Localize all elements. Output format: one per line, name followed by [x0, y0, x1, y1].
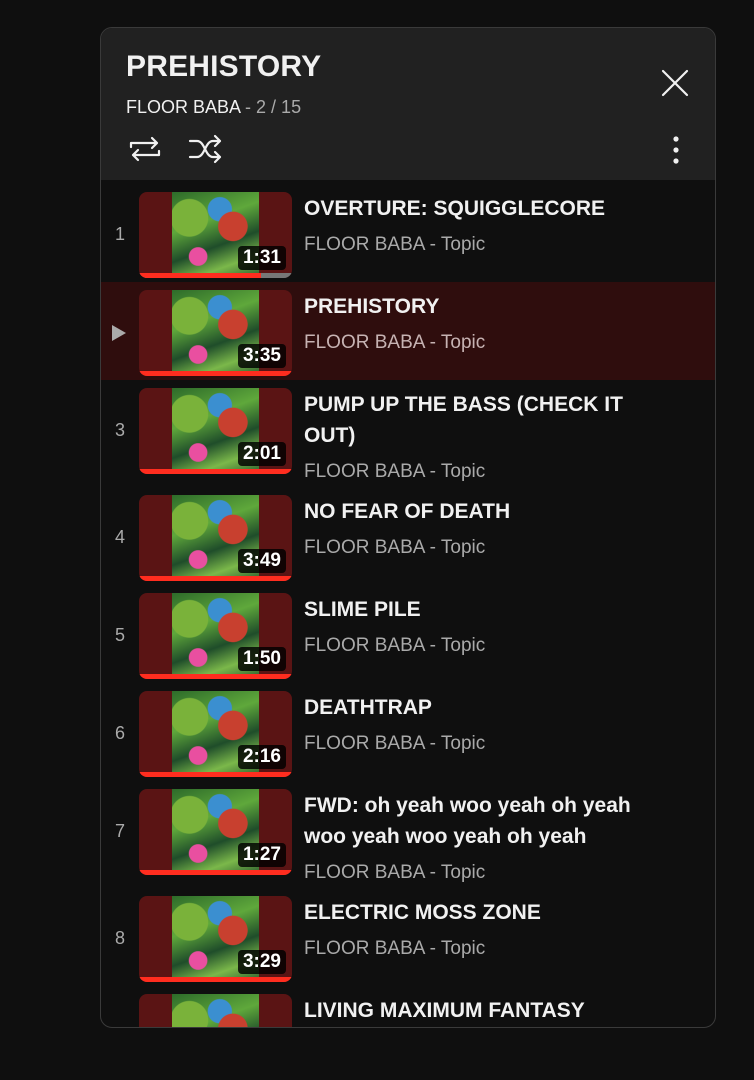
playlist-panel: PREHISTORY FLOOR BABA - 2 / 15 1 1:31 OV… — [100, 27, 716, 1028]
video-duration: 2:01 — [237, 442, 286, 466]
watch-progress-bar — [139, 469, 292, 474]
shuffle-button[interactable] — [185, 131, 225, 167]
video-channel[interactable]: FLOOR BABA - Topic — [304, 332, 485, 354]
video-thumbnail[interactable]: 1:31 — [139, 192, 292, 278]
playlist-position: 2 / 15 — [256, 97, 302, 117]
watch-progress-fill — [139, 870, 292, 875]
video-title[interactable]: SLIME PILE — [304, 594, 634, 625]
watch-progress-bar — [139, 870, 292, 875]
video-title[interactable]: OVERTURE: SQUIGGLECORE — [304, 193, 634, 224]
playlist-item-index: 4 — [114, 527, 125, 547]
loop-icon — [129, 136, 161, 162]
watch-progress-fill — [139, 371, 292, 376]
loop-button[interactable] — [125, 131, 165, 167]
shuffle-icon — [188, 134, 222, 164]
playlist-item[interactable]: 4 3:49 NO FEAR OF DEATH FLOOR BABA - Topic — [101, 487, 715, 585]
playlist-item-index: 6 — [114, 723, 125, 743]
playlist-item[interactable]: 6 2:16 DEATHTRAP FLOOR BABA - Topic — [101, 683, 715, 781]
video-channel[interactable]: FLOOR BABA - Topic — [304, 733, 485, 755]
watch-progress-bar — [139, 772, 292, 777]
video-title[interactable]: PUMP UP THE BASS (CHECK IT OUT) — [304, 389, 634, 451]
subtitle-separator: - — [240, 97, 257, 117]
video-title[interactable]: LIVING MAXIMUM FANTASY — [304, 995, 634, 1026]
video-thumbnail[interactable]: 1:50 — [139, 593, 292, 679]
video-thumbnail[interactable]: 2:16 — [139, 691, 292, 777]
playlist-item-index: 7 — [114, 821, 125, 841]
playlist-item[interactable]: 3 2:01 PUMP UP THE BASS (CHECK IT OUT) FLOO… — [101, 380, 715, 487]
playlist-item[interactable]: 1 1:31 OVERTURE: SQUIGGLECORE FLOOR BABA - … — [101, 180, 715, 282]
video-title[interactable]: PREHISTORY — [304, 291, 634, 322]
video-title[interactable]: DEATHTRAP — [304, 692, 634, 723]
playlist-subtitle: FLOOR BABA - 2 / 15 — [126, 97, 301, 118]
playlist-title[interactable]: PREHISTORY — [126, 50, 321, 84]
video-duration: 1:50 — [237, 647, 286, 671]
video-channel[interactable]: FLOOR BABA - Topic — [304, 862, 485, 884]
playlist-item-index: 8 — [114, 928, 125, 948]
playlist-item[interactable]: LIVING MAXIMUM FANTASY — [101, 986, 715, 1027]
watch-progress-fill — [139, 674, 292, 679]
video-title[interactable]: FWD: oh yeah woo yeah oh yeah woo yeah w… — [304, 790, 634, 852]
video-duration: 1:27 — [237, 843, 286, 867]
playlist-item-current[interactable]: 3:35 PREHISTORY FLOOR BABA - Topic — [101, 282, 715, 380]
video-thumbnail[interactable]: 2:01 — [139, 388, 292, 474]
watch-progress-bar — [139, 674, 292, 679]
playlist-channel[interactable]: FLOOR BABA — [126, 97, 240, 117]
more-options-button[interactable] — [661, 131, 691, 167]
watch-progress-fill — [139, 469, 292, 474]
video-duration: 3:49 — [237, 549, 286, 573]
video-duration: 2:16 — [237, 745, 286, 769]
playlist-item[interactable]: 7 1:27 FWD: oh yeah woo yeah oh yeah woo y… — [101, 781, 715, 888]
now-playing-icon — [112, 325, 126, 341]
video-duration: 1:31 — [237, 246, 286, 270]
video-channel[interactable]: FLOOR BABA - Topic — [304, 938, 485, 960]
watch-progress-fill — [139, 273, 262, 278]
playlist-header: PREHISTORY FLOOR BABA - 2 / 15 — [101, 28, 715, 180]
watch-progress-fill — [139, 576, 292, 581]
watch-progress-bar — [139, 977, 292, 982]
video-thumbnail[interactable]: 1:27 — [139, 789, 292, 875]
more-vert-icon — [673, 136, 679, 164]
video-title[interactable]: NO FEAR OF DEATH — [304, 496, 634, 527]
video-channel[interactable]: FLOOR BABA - Topic — [304, 537, 485, 559]
close-icon — [661, 69, 689, 97]
album-art — [172, 994, 259, 1027]
video-channel[interactable]: FLOOR BABA - Topic — [304, 234, 485, 256]
watch-progress-fill — [139, 977, 292, 982]
watch-progress-bar — [139, 273, 292, 278]
video-channel[interactable]: FLOOR BABA - Topic — [304, 461, 485, 483]
watch-progress-bar — [139, 371, 292, 376]
playlist-item[interactable]: 5 1:50 SLIME PILE FLOOR BABA - Topic — [101, 585, 715, 683]
video-duration: 3:29 — [237, 950, 286, 974]
playlist-item[interactable]: 8 3:29 ELECTRIC MOSS ZONE FLOOR BABA - Topi… — [101, 888, 715, 986]
watch-progress-fill — [139, 772, 292, 777]
video-thumbnail[interactable]: 3:35 — [139, 290, 292, 376]
playlist-item-index: 1 — [114, 224, 125, 244]
video-channel[interactable]: FLOOR BABA - Topic — [304, 635, 485, 657]
video-title[interactable]: ELECTRIC MOSS ZONE — [304, 897, 634, 928]
playlist-item-index: 5 — [114, 625, 125, 645]
watch-progress-bar — [139, 576, 292, 581]
video-thumbnail[interactable]: 3:29 — [139, 896, 292, 982]
close-button[interactable] — [657, 65, 693, 101]
video-duration: 3:35 — [237, 344, 286, 368]
video-thumbnail[interactable] — [139, 994, 292, 1027]
playlist-item-index: 3 — [114, 420, 125, 440]
video-thumbnail[interactable]: 3:49 — [139, 495, 292, 581]
